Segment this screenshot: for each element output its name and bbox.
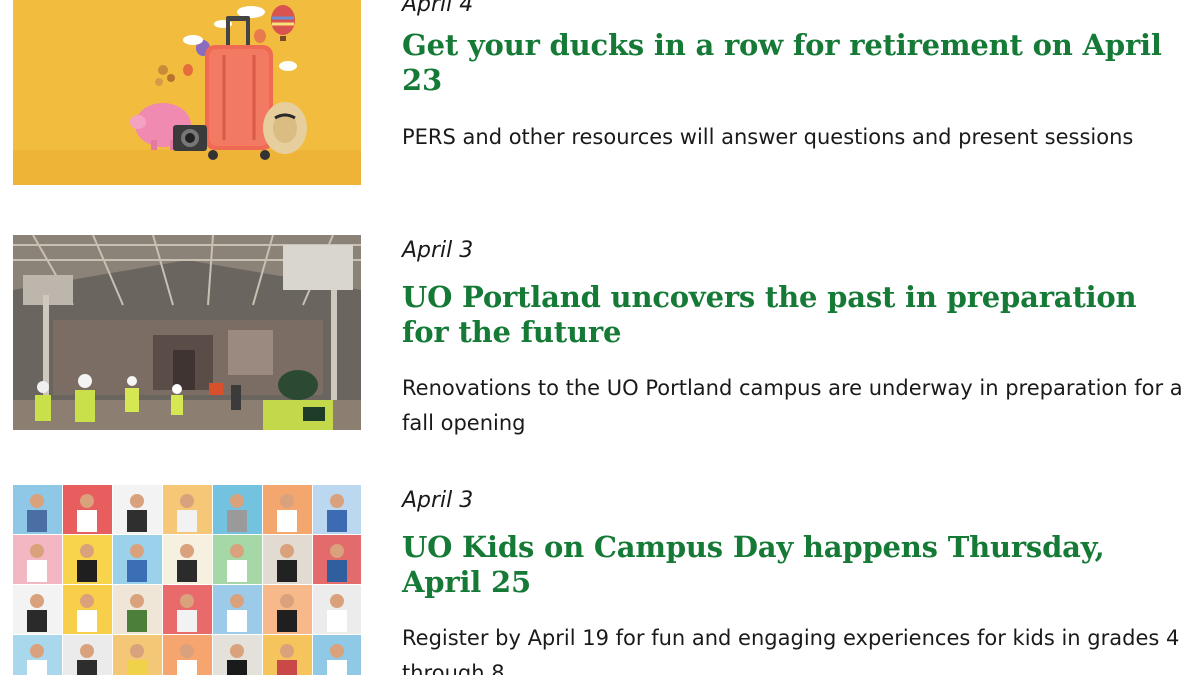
article-summary: PERS and other resources will answer que… bbox=[402, 125, 1134, 149]
warehouse-renovation-image bbox=[13, 235, 361, 430]
article-thumbnail[interactable] bbox=[13, 235, 361, 430]
article-headline-link[interactable]: Get your ducks in a row for retirement o… bbox=[402, 28, 1192, 98]
article-thumbnail[interactable] bbox=[13, 0, 361, 185]
article-date: April 3 bbox=[402, 238, 474, 263]
article-summary: Renovations to the UO Portland campus ar… bbox=[402, 376, 1183, 435]
article-date: April 4 bbox=[402, 0, 474, 17]
article-thumbnail[interactable] bbox=[13, 485, 361, 675]
article-date: April 3 bbox=[402, 488, 474, 513]
news-list-page: April 4 Get your ducks in a row for reti… bbox=[0, 0, 1200, 675]
article-headline-link[interactable]: UO Portland uncovers the past in prepara… bbox=[402, 280, 1192, 350]
kids-career-grid-image bbox=[13, 485, 361, 675]
article-headline-link[interactable]: UO Kids on Campus Day happens Thursday, … bbox=[402, 530, 1192, 600]
retirement-illustration-image bbox=[13, 0, 361, 185]
article-summary: Register by April 19 for fun and engagin… bbox=[402, 626, 1180, 675]
